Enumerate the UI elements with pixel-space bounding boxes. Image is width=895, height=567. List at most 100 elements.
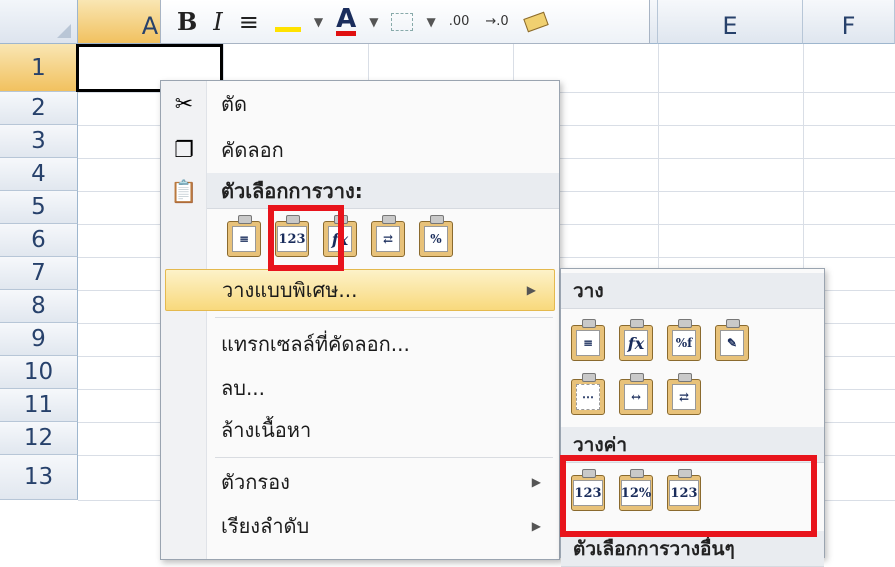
- clip-icon: [630, 319, 644, 328]
- menu-item-label: ตัวกรอง: [221, 470, 290, 494]
- sub-paste-formulas-button[interactable]: fx: [617, 319, 655, 361]
- clipboard-board: ⇄: [371, 215, 405, 257]
- formula-fx-icon: fx: [624, 330, 648, 356]
- row-header-13[interactable]: 13: [0, 455, 78, 500]
- paste-options-icon-slot: 📋: [161, 171, 559, 213]
- row-header-8[interactable]: 8: [0, 290, 78, 323]
- row-header-label: 2: [31, 95, 46, 121]
- scissors-icon: ✂: [174, 91, 194, 117]
- column-header-e[interactable]: E: [658, 0, 803, 44]
- select-all-corner[interactable]: [0, 0, 78, 44]
- clip-icon: [678, 319, 692, 328]
- sub-paste-formulas-number-format-button[interactable]: %f: [665, 319, 703, 361]
- highlight-box-paste-values-submenu: [560, 455, 817, 537]
- menu-item-sort[interactable]: เรียงลำดับ ▶: [161, 505, 559, 547]
- section-header-label: ตัวเลือกการวางอื่นๆ: [573, 537, 735, 560]
- menu-item-copy[interactable]: ❐ คัดลอก: [161, 129, 559, 171]
- column-header-label: F: [841, 11, 856, 40]
- menu-item-label: ล้างเนื้อหา: [221, 418, 312, 442]
- clip-icon: [582, 319, 596, 328]
- column-width-icon: ↔: [624, 384, 648, 410]
- clip-icon: [678, 373, 692, 382]
- menu-separator: [215, 317, 553, 318]
- percent-format-icon: %: [424, 226, 448, 252]
- clip-icon: [726, 319, 740, 328]
- sub-paste-button[interactable]: ≡: [569, 319, 607, 361]
- row-header-label: 12: [23, 425, 54, 451]
- increase-decimal-button[interactable]: .00: [443, 5, 476, 39]
- transpose-icon: ⇄: [672, 384, 696, 410]
- row-header-label: 11: [23, 392, 54, 418]
- sub-paste-keep-source-format-button[interactable]: ✎: [713, 319, 751, 361]
- menu-item-label: คัดลอก: [221, 138, 284, 162]
- row-header-4[interactable]: 4: [0, 158, 78, 191]
- row-header-label: 6: [31, 227, 46, 253]
- clip-icon: [238, 215, 252, 224]
- select-all-triangle-icon: [57, 24, 71, 38]
- menu-item-clear-contents[interactable]: ล้างเนื้อหา: [161, 409, 559, 451]
- borders-dropdown-icon[interactable]: ▼: [423, 15, 438, 29]
- row-header-7[interactable]: 7: [0, 257, 78, 290]
- submenu-arrow-icon: ▶: [526, 283, 536, 297]
- keep-format-brush-icon: ✎: [720, 330, 744, 356]
- paste-icon: ≡: [232, 226, 256, 252]
- percent-fx-icon: %f: [672, 330, 696, 356]
- menu-item-label: เรียงลำดับ: [221, 514, 310, 538]
- menu-item-label: ลบ...: [221, 376, 266, 400]
- row-header-label: 9: [31, 326, 46, 352]
- row-header-2[interactable]: 2: [0, 92, 78, 125]
- menu-item-delete[interactable]: ลบ...: [161, 367, 559, 409]
- row-header-10[interactable]: 10: [0, 356, 78, 389]
- mini-toolbar: B I ≡ ▼ A ▼ ▼ .00 →.0: [160, 0, 650, 44]
- column-header-f[interactable]: F: [803, 0, 895, 44]
- paste-button[interactable]: ≡: [225, 215, 263, 257]
- row-header-label: 8: [31, 293, 46, 319]
- row-header-label: 7: [31, 260, 46, 286]
- font-color-dropdown-icon[interactable]: ▼: [366, 15, 381, 29]
- row-header-6[interactable]: 6: [0, 224, 78, 257]
- row-header-label: 10: [23, 359, 54, 385]
- row-header-12[interactable]: 12: [0, 422, 78, 455]
- row-header-5[interactable]: 5: [0, 191, 78, 224]
- sub-paste-no-borders-button[interactable]: ⋯: [569, 373, 607, 415]
- row-header-9[interactable]: 9: [0, 323, 78, 356]
- row-header-label: 1: [31, 54, 46, 81]
- clipboard-board: ↔: [619, 373, 653, 415]
- menu-item-label: แทรกเซลล์ที่คัดลอก...: [221, 332, 410, 356]
- menu-item-label: ตัด: [221, 92, 247, 116]
- font-color-button[interactable]: A: [330, 5, 362, 39]
- menu-item-insert-copied-cells[interactable]: แทรกเซลล์ที่คัดลอก...: [161, 323, 559, 365]
- menu-item-filter[interactable]: ตัวกรอง ▶: [161, 461, 559, 503]
- fill-color-dropdown-icon[interactable]: ▼: [311, 15, 326, 29]
- row-header-11[interactable]: 11: [0, 389, 78, 422]
- clipboard-board: ≡: [571, 319, 605, 361]
- align-icon: ≡: [238, 7, 259, 36]
- borders-button[interactable]: [385, 5, 419, 39]
- row-header-1[interactable]: 1: [0, 44, 78, 92]
- bold-label: B: [177, 7, 198, 36]
- paste-formatting-button[interactable]: %: [417, 215, 455, 257]
- italic-button[interactable]: I: [207, 5, 228, 39]
- clip-icon: [430, 215, 444, 224]
- row-header-label: 3: [31, 128, 46, 154]
- decrease-decimal-button[interactable]: →.0: [479, 5, 514, 39]
- center-align-button[interactable]: ≡: [233, 5, 265, 39]
- bold-button[interactable]: B: [171, 5, 203, 39]
- menu-item-label: วางแบบพิเศษ...: [222, 278, 358, 302]
- sub-paste-column-widths-button[interactable]: ↔: [617, 373, 655, 415]
- sub-paste-transpose-button[interactable]: ⇄: [665, 373, 703, 415]
- row-header-3[interactable]: 3: [0, 125, 78, 158]
- clipboard-board: %f: [667, 319, 701, 361]
- menu-item-paste-special[interactable]: วางแบบพิเศษ... ▶: [165, 269, 555, 311]
- font-color-icon: A: [336, 4, 357, 36]
- menu-separator: [215, 457, 553, 458]
- column-header-label: E: [722, 11, 738, 40]
- no-borders-icon: ⋯: [576, 384, 600, 410]
- fill-color-button[interactable]: [269, 5, 307, 39]
- format-painter-button[interactable]: [519, 5, 553, 39]
- submenu-paste-header: วาง: [561, 273, 824, 309]
- menu-item-cut[interactable]: ✂ ตัด: [161, 83, 559, 125]
- clipboard-board: %: [419, 215, 453, 257]
- context-menu: ✂ ตัด ❐ คัดลอก 📋 ตัวเลือกการวาง: ≡ 123 f…: [160, 80, 560, 560]
- paste-transpose-button[interactable]: ⇄: [369, 215, 407, 257]
